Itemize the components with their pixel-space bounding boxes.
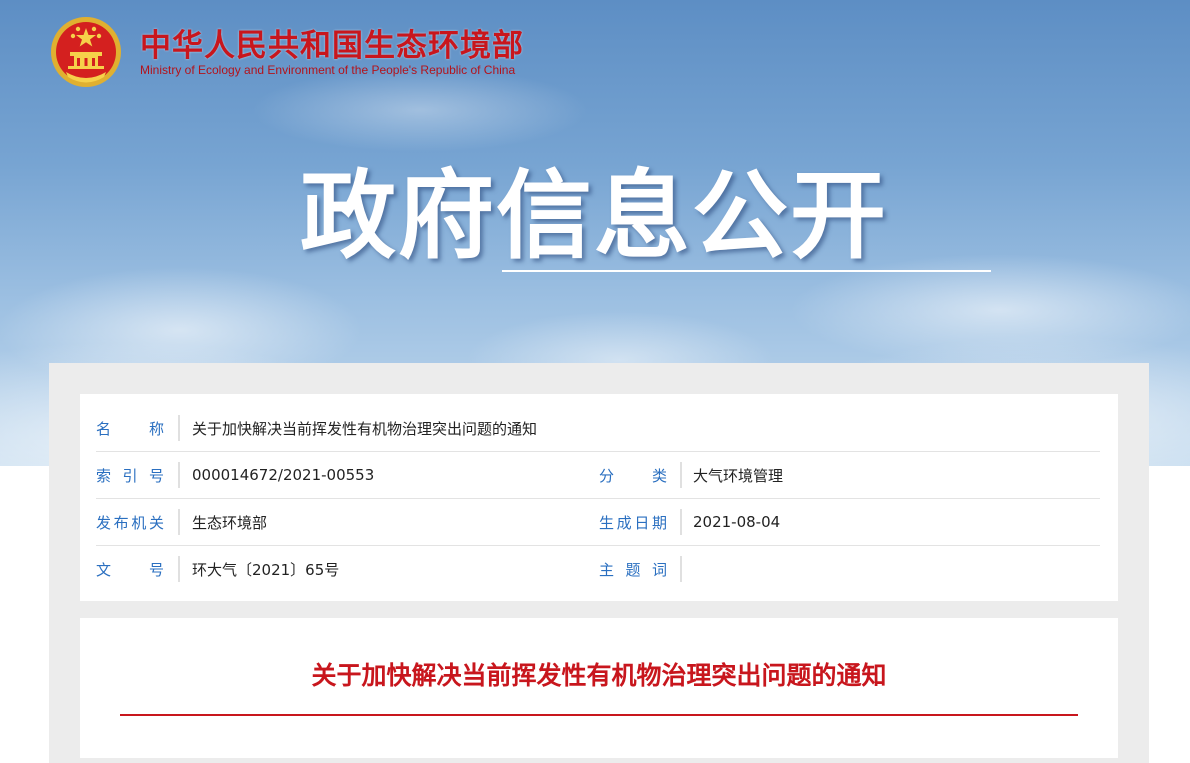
title-underline	[502, 270, 991, 272]
metadata-card: 名 称 关于加快解决当前挥发性有机物治理突出问题的通知 索 引 号 000014…	[80, 394, 1118, 601]
divider	[680, 556, 682, 582]
index-label: 索 引 号	[96, 466, 164, 485]
metadata-row-name: 名 称 关于加快解决当前挥发性有机物治理突出问题的通知	[96, 405, 1100, 452]
name-label: 名 称	[96, 419, 164, 438]
divider	[178, 462, 180, 488]
index-value: 000014672/2021-00553	[192, 466, 375, 484]
article-title: 关于加快解决当前挥发性有机物治理突出问题的通知	[311, 661, 887, 690]
divider	[680, 509, 682, 535]
name-value: 关于加快解决当前挥发性有机物治理突出问题的通知	[192, 419, 538, 438]
publisher-value: 生态环境部	[192, 513, 268, 532]
ministry-name-cn[interactable]: 中华人民共和国生态环境部	[140, 20, 524, 65]
divider	[178, 415, 180, 441]
divider	[178, 556, 180, 582]
ministry-name-en[interactable]: Ministry of Ecology and Environment of t…	[140, 63, 515, 77]
article-card: 关于加快解决当前挥发性有机物治理突出问题的通知	[80, 618, 1118, 758]
subject-label: 主 题 词	[599, 560, 667, 579]
article-title-rule	[120, 714, 1078, 716]
date-label: 生成日期	[599, 513, 667, 532]
metadata-row-publisher: 发布机关 生态环境部 生成日期 2021-08-04	[96, 499, 1100, 546]
national-emblem-icon[interactable]	[48, 14, 124, 90]
category-value: 大气环境管理	[693, 466, 784, 485]
publisher-label: 发布机关	[96, 513, 164, 532]
date-value: 2021-08-04	[693, 513, 781, 531]
page-title: 政府信息公开	[300, 160, 888, 272]
category-label: 分 类	[599, 466, 667, 485]
divider	[680, 462, 682, 488]
metadata-row-index: 索 引 号 000014672/2021-00553 分 类 大气环境管理	[96, 452, 1100, 499]
doc-number-value: 环大气〔2021〕65号	[192, 560, 340, 579]
doc-number-label: 文 号	[96, 560, 164, 579]
divider	[178, 509, 180, 535]
metadata-row-doc-number: 文 号 环大气〔2021〕65号 主 题 词	[96, 546, 1100, 592]
